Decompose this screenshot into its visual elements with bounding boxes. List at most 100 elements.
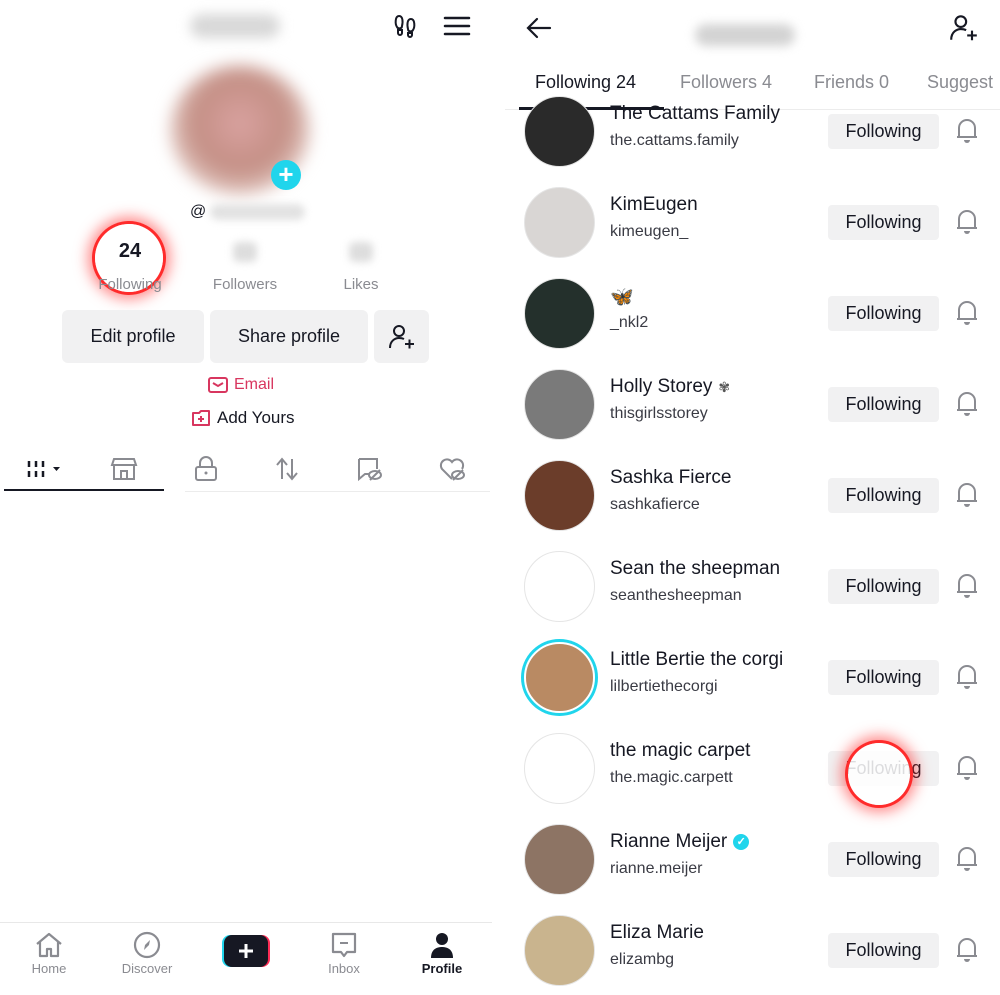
liked-hidden-tab-icon[interactable]	[438, 455, 466, 483]
menu-icon[interactable]	[443, 12, 471, 40]
add-user-icon[interactable]	[948, 12, 980, 44]
user-avatar[interactable]	[524, 369, 595, 440]
user-name[interactable]: Sean the sheepman	[610, 558, 780, 580]
footprints-icon[interactable]	[392, 12, 420, 40]
following-button[interactable]: Following	[828, 660, 939, 695]
user-name[interactable]: The Cattams Family	[610, 103, 780, 125]
user-display-name: Sean the sheepman	[610, 558, 781, 579]
user-row[interactable]: KimEugen kimeugen_ Following	[505, 177, 1000, 268]
user-handle: the.magic.carpett	[610, 769, 733, 786]
following-button[interactable]: Following	[828, 478, 939, 513]
following-panel: Following 24 Followers 4 Friends 0 Sugge…	[505, 0, 1000, 995]
user-avatar[interactable]	[524, 733, 595, 804]
notification-bell-icon[interactable]	[955, 479, 979, 509]
notification-bell-icon[interactable]	[955, 934, 979, 964]
notification-bell-icon[interactable]	[955, 843, 979, 873]
stat-following[interactable]: 24 Following	[75, 240, 185, 293]
following-button[interactable]: Following	[828, 387, 939, 422]
stat-followers[interactable]: Followers	[190, 240, 300, 293]
create-plus-icon[interactable]	[222, 935, 270, 967]
user-display-name: Holly Storey	[610, 376, 713, 397]
notification-bell-icon[interactable]	[955, 297, 979, 327]
user-row[interactable]: Sashka Fierce sashkafierce Following	[505, 450, 1000, 541]
user-name[interactable]: Little Bertie the corgi	[610, 649, 783, 671]
email-link[interactable]: Email	[208, 376, 274, 394]
user-row[interactable]: Rianne Meijer ✓ rianne.meijer Following	[505, 814, 1000, 905]
user-display-name: Eliza Marie	[610, 922, 704, 943]
nav-inbox-label: Inbox	[328, 961, 360, 976]
following-label: Following	[98, 276, 162, 293]
notification-bell-icon[interactable]	[955, 752, 979, 782]
shop-tab-icon[interactable]	[110, 455, 138, 483]
following-button[interactable]: Following	[828, 933, 939, 968]
notification-bell-icon[interactable]	[955, 388, 979, 418]
user-name[interactable]: the magic carpet	[610, 740, 750, 762]
user-row[interactable]: Sean the sheepman seanthesheepman Follow…	[505, 541, 1000, 632]
user-name[interactable]: Rianne Meijer ✓	[610, 831, 750, 853]
verified-badge-icon: ✓	[733, 834, 750, 850]
share-profile-button[interactable]: Share profile	[210, 310, 368, 363]
following-button[interactable]: Following	[828, 114, 939, 149]
user-avatar[interactable]	[524, 187, 595, 258]
nav-discover[interactable]: Discover	[102, 931, 192, 976]
user-avatar[interactable]	[524, 278, 595, 349]
user-name[interactable]: Eliza Marie	[610, 922, 704, 944]
nav-profile[interactable]: Profile	[397, 931, 487, 976]
following-button[interactable]: Following	[828, 205, 939, 240]
user-row[interactable]: The Cattams Family the.cattams.family Fo…	[505, 86, 1000, 177]
nav-inbox[interactable]: Inbox	[299, 931, 389, 976]
add-avatar-plus-icon[interactable]: +	[271, 160, 301, 190]
user-row[interactable]: 🦋 _nkl2 Following	[505, 268, 1000, 359]
user-name[interactable]: Sashka Fierce	[610, 467, 731, 489]
user-handle: seanthesheepman	[610, 587, 742, 604]
videos-grid-tab-icon[interactable]	[25, 455, 65, 483]
back-arrow-icon[interactable]	[525, 14, 553, 42]
user-row[interactable]: Holly Storey ✾ thisgirlsstorey Following	[505, 359, 1000, 450]
notification-bell-icon[interactable]	[955, 661, 979, 691]
user-display-name: KimEugen	[610, 194, 698, 215]
user-handle: elizambg	[610, 951, 675, 968]
user-avatar[interactable]	[524, 551, 595, 622]
nav-home[interactable]: Home	[4, 931, 94, 976]
user-name[interactable]: KimEugen	[610, 194, 698, 216]
user-avatar[interactable]	[524, 642, 595, 713]
user-handle: thisgirlsstorey	[610, 405, 708, 422]
user-display-name: 🦋	[610, 287, 634, 308]
add-user-icon	[388, 324, 414, 348]
notification-bell-icon[interactable]	[955, 206, 979, 236]
edit-profile-button[interactable]: Edit profile	[62, 310, 204, 363]
likes-label: Likes	[343, 276, 379, 293]
user-avatar[interactable]	[524, 460, 595, 531]
repost-tab-icon[interactable]	[273, 455, 301, 483]
favorites-hidden-tab-icon[interactable]	[355, 455, 383, 483]
user-avatar[interactable]	[524, 96, 595, 167]
active-tab-indicator	[4, 489, 164, 491]
nav-profile-label: Profile	[421, 961, 463, 976]
following-count: 24	[118, 240, 142, 262]
profile-name-blurred	[190, 14, 280, 38]
add-yours-link[interactable]: Add Yours	[191, 408, 295, 428]
stat-likes[interactable]: Likes	[306, 240, 416, 293]
profile-panel: + @ 24 Following Followers Likes Edit pr…	[0, 0, 492, 995]
user-name[interactable]: Holly Storey ✾	[610, 376, 730, 398]
notification-bell-icon[interactable]	[955, 115, 979, 145]
user-row[interactable]: Little Bertie the corgi lilbertiethecorg…	[505, 632, 1000, 723]
likes-count-blurred	[349, 242, 373, 262]
user-display-name: the magic carpet	[610, 740, 751, 761]
user-name[interactable]: 🦋	[610, 285, 634, 309]
following-button[interactable]: Following	[828, 842, 939, 877]
user-handle: _nkl2	[610, 314, 649, 331]
compass-icon	[133, 931, 161, 959]
inbox-icon	[331, 932, 357, 958]
user-avatar[interactable]	[524, 824, 595, 895]
user-avatar[interactable]	[524, 915, 595, 986]
following-button[interactable]: Following	[828, 296, 939, 331]
add-friends-button[interactable]	[374, 310, 429, 363]
user-row[interactable]: the magic carpet the.magic.carpett Follo…	[505, 723, 1000, 814]
following-button[interactable]: Following	[828, 569, 939, 604]
user-handle: sashkafierce	[610, 496, 700, 513]
private-lock-tab-icon[interactable]	[192, 455, 220, 483]
user-row[interactable]: Eliza Marie elizambg Following	[505, 905, 1000, 995]
followers-count-blurred	[233, 242, 257, 262]
notification-bell-icon[interactable]	[955, 570, 979, 600]
